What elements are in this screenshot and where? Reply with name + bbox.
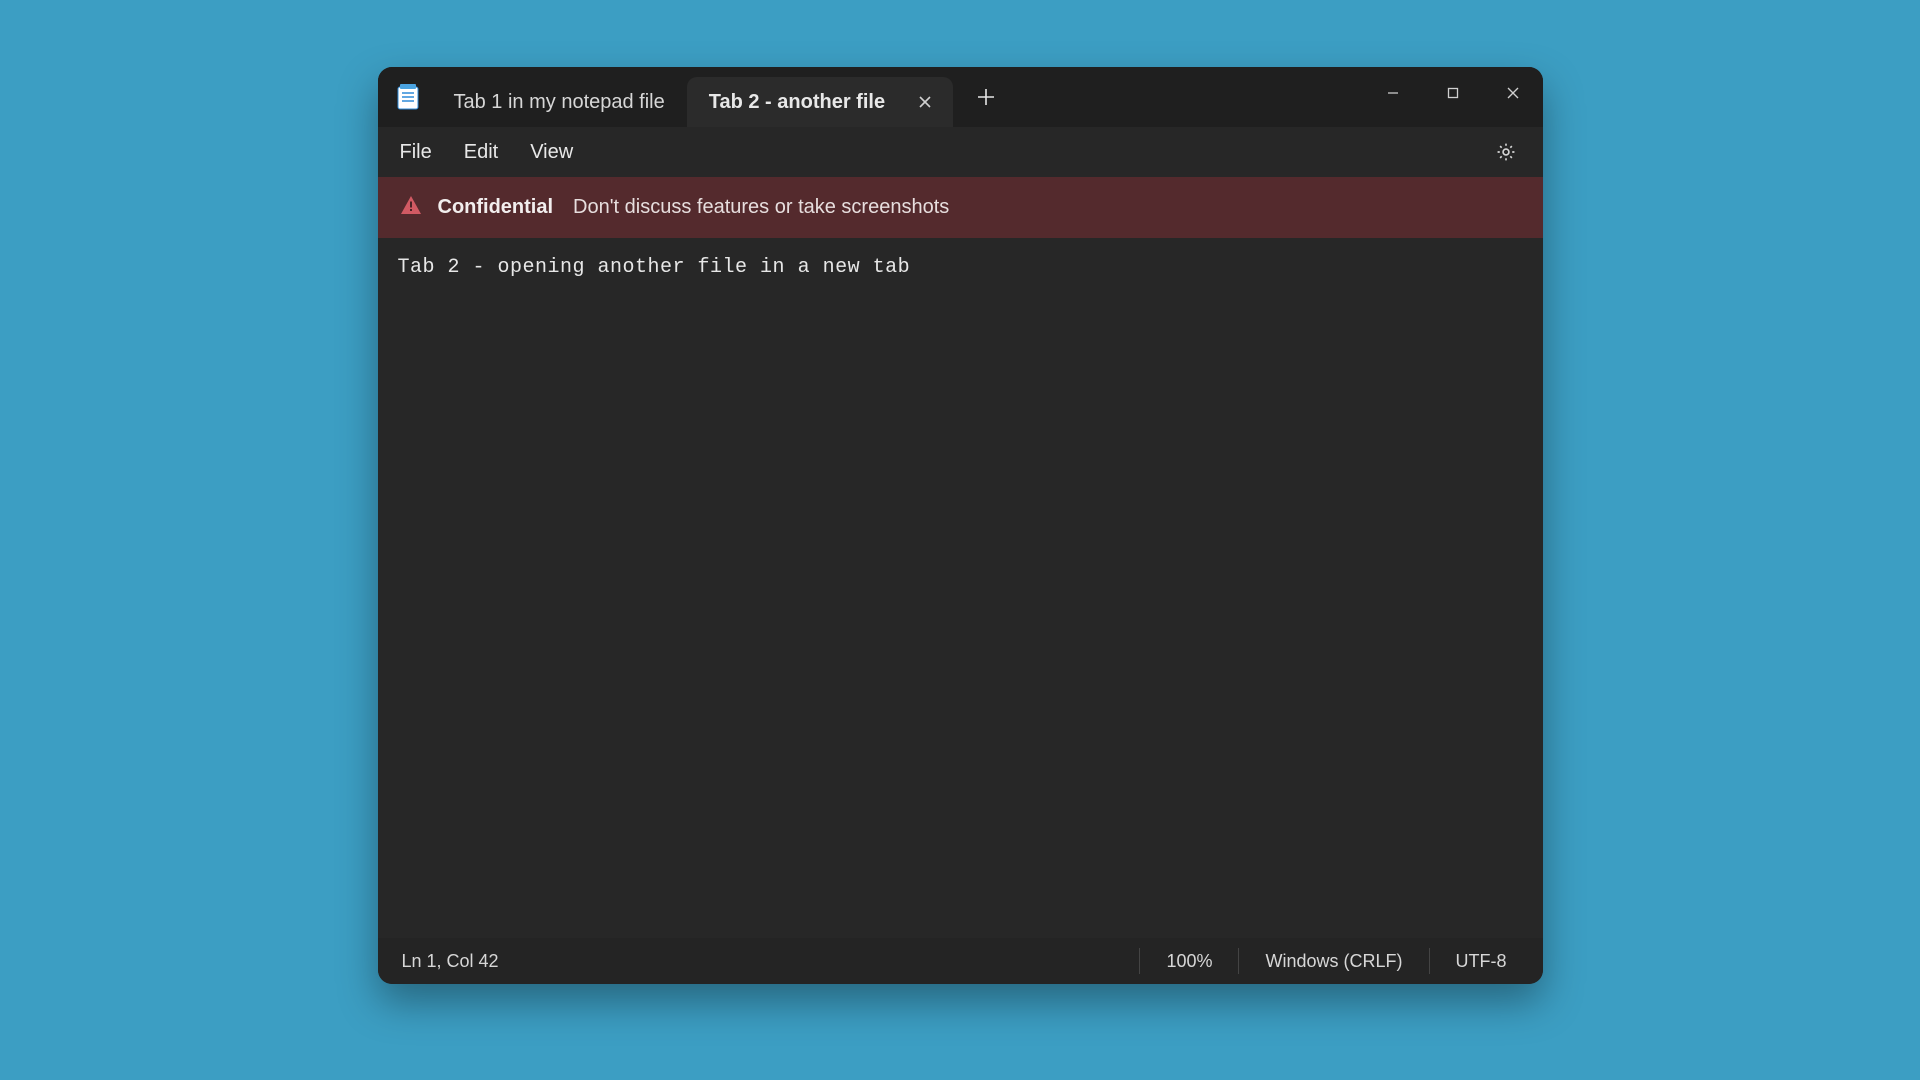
warning-icon — [400, 195, 422, 220]
notepad-app-icon — [388, 67, 428, 127]
editor-content: Tab 2 - opening another file in a new ta… — [398, 256, 911, 279]
close-tab-icon[interactable] — [911, 88, 939, 116]
tab-strip: Tab 1 in my notepad file Tab 2 - another… — [432, 67, 954, 127]
text-editor[interactable]: Tab 2 - opening another file in a new ta… — [378, 238, 1543, 938]
titlebar: Tab 1 in my notepad file Tab 2 - another… — [378, 67, 1543, 127]
statusbar: Ln 1, Col 42 100% Windows (CRLF) UTF-8 — [378, 938, 1543, 984]
menu-edit[interactable]: Edit — [448, 135, 514, 170]
settings-button[interactable] — [1485, 131, 1527, 173]
new-tab-button[interactable] — [961, 67, 1011, 127]
tab-2[interactable]: Tab 2 - another file — [687, 77, 953, 127]
tab-label: Tab 2 - another file — [709, 91, 885, 114]
status-zoom[interactable]: 100% — [1139, 948, 1238, 974]
window-controls — [1363, 67, 1543, 127]
maximize-button[interactable] — [1423, 73, 1483, 113]
banner-title: Confidential — [438, 196, 554, 219]
confidential-banner: Confidential Don't discuss features or t… — [378, 177, 1543, 238]
notepad-window: Tab 1 in my notepad file Tab 2 - another… — [378, 67, 1543, 984]
status-cursor-position: Ln 1, Col 42 — [402, 948, 525, 974]
menubar: File Edit View — [378, 127, 1543, 177]
menu-file[interactable]: File — [384, 135, 448, 170]
status-line-ending[interactable]: Windows (CRLF) — [1238, 948, 1428, 974]
tab-1[interactable]: Tab 1 in my notepad file — [432, 77, 687, 127]
close-window-button[interactable] — [1483, 73, 1543, 113]
titlebar-drag-area[interactable] — [1011, 67, 1362, 127]
tab-label: Tab 1 in my notepad file — [454, 91, 665, 114]
status-encoding[interactable]: UTF-8 — [1429, 948, 1533, 974]
banner-message: Don't discuss features or take screensho… — [573, 196, 949, 219]
menu-view[interactable]: View — [514, 135, 589, 170]
minimize-button[interactable] — [1363, 73, 1423, 113]
